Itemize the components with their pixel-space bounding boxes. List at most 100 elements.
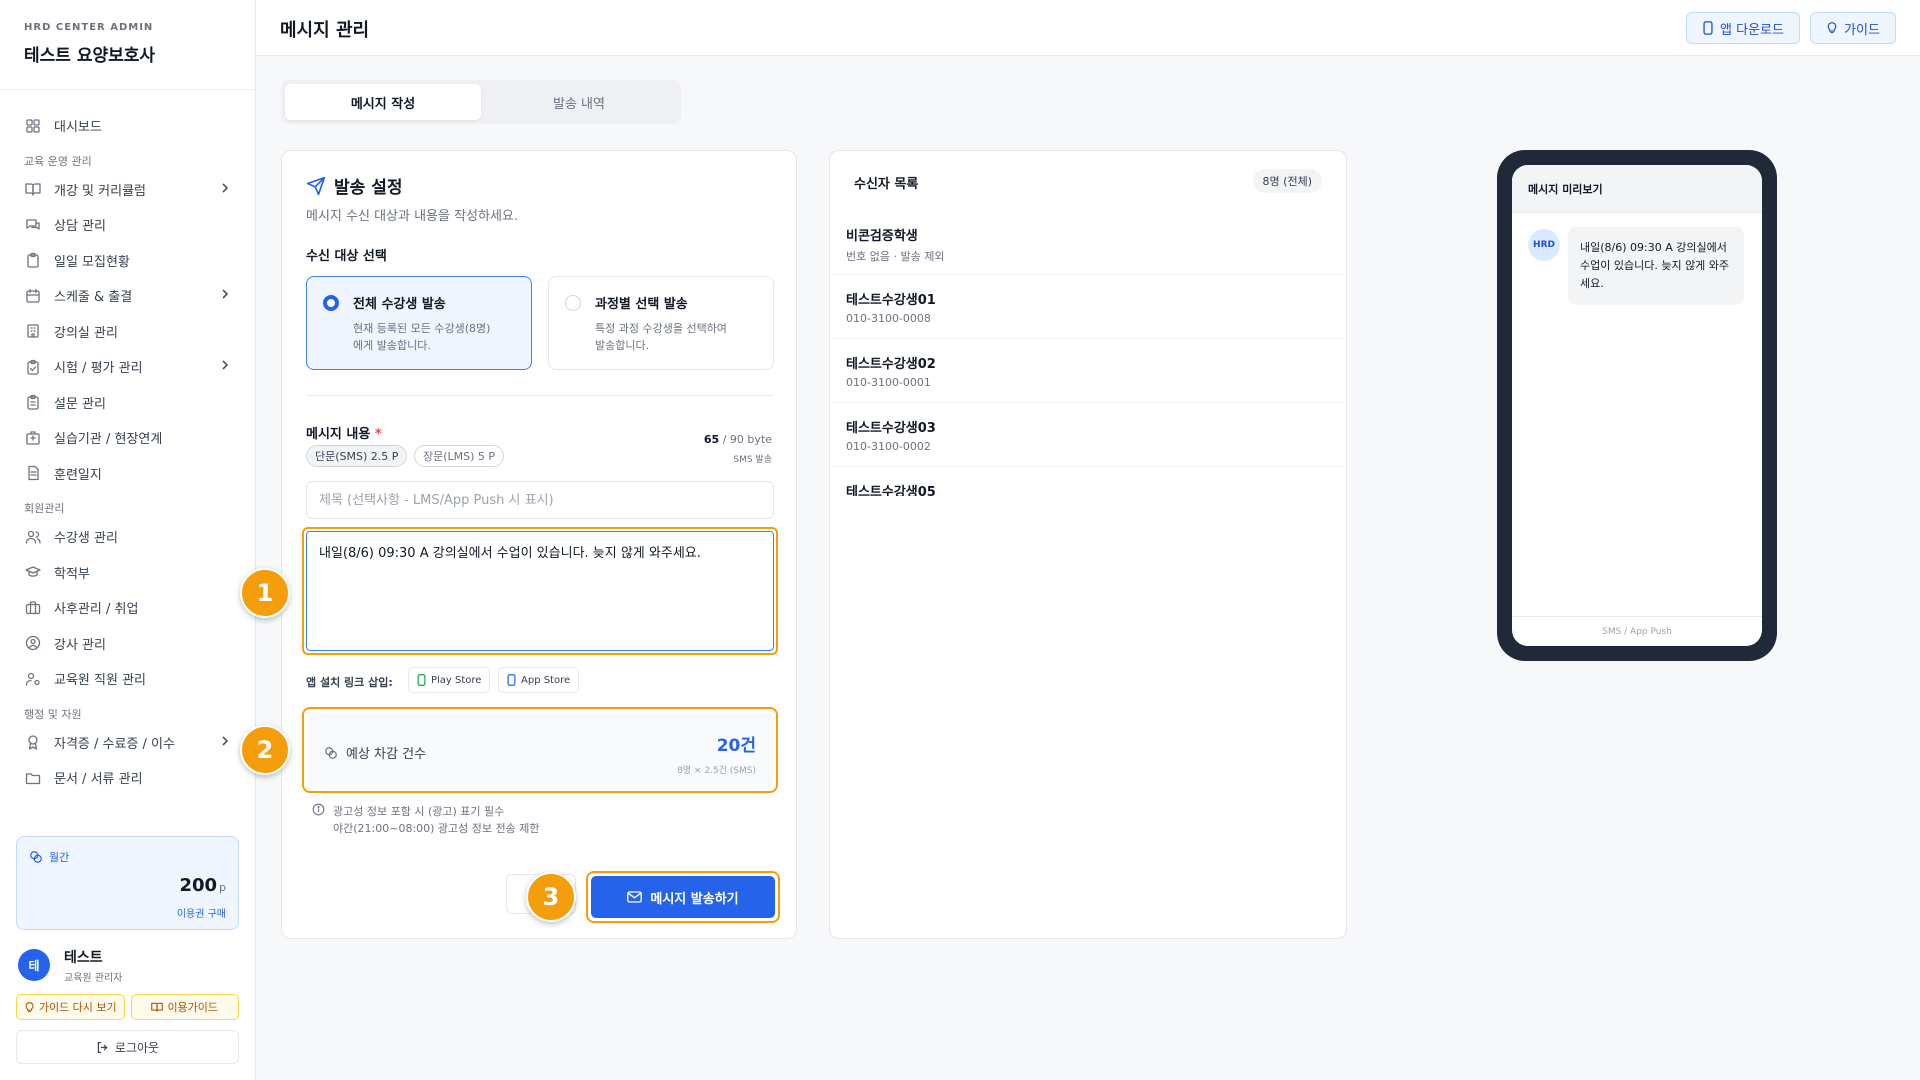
recipient-name: 비콘검증학생 <box>846 229 918 244</box>
recipient-name: 테스트수강생03 <box>846 421 936 436</box>
sidebar-item[interactable]: 설문 관리 <box>0 385 255 421</box>
sidebar-item[interactable]: 교육원 직원 관리 <box>0 661 255 697</box>
sidebar-item-label: 자격증 / 수료증 / 이수 <box>54 736 175 752</box>
app-store-link-button[interactable]: App Store <box>498 667 580 693</box>
recipients-card: 수신자 목록 8명 (전체) 비콘검증학생 번호 없음 · 발송 제외 테스트수강생… <box>829 150 1347 939</box>
sidebar-item[interactable]: 상담 관리 <box>0 207 255 243</box>
estimate-value: 20건 <box>716 736 756 756</box>
recipient-name: 테스트수강생01 <box>846 293 936 308</box>
sidebar-item[interactable]: 시험 / 평가 관리 <box>0 349 255 385</box>
send-settings-title: 발송 설정 <box>306 173 402 198</box>
phone-preview: 메시지 미리보기 HRD 내일(8/6) 09:30 A 강의실에서 수업이 있… <box>1497 150 1777 661</box>
coins-icon <box>30 851 42 863</box>
user-name: 테스트 <box>64 949 103 966</box>
user-role: 교육원 관리자 <box>64 972 123 984</box>
recipient-name: 테스트수강생02 <box>846 357 936 372</box>
chevron-right-icon <box>221 288 229 303</box>
clipboard-list-icon <box>24 393 42 411</box>
clipboard-icon <box>24 251 42 269</box>
sidebar-item[interactable]: 강의실 관리 <box>0 314 255 350</box>
chip-sms[interactable]: 단문(SMS) 2.5 P <box>306 445 408 467</box>
sidebar-item[interactable]: 문서 / 서류 관리 <box>0 760 255 796</box>
byte-counter: 65 / 90 byte SMS 발송 <box>703 433 772 465</box>
sidebar-item-label: 대시보드 <box>54 120 102 136</box>
sidebar-item-label: 설문 관리 <box>54 396 106 412</box>
guide-again-button[interactable]: 가이드 다시 보기 <box>16 994 125 1020</box>
sidebar-item-label: 수강생 관리 <box>54 531 118 547</box>
sidebar-item-label: 사후관리 / 취업 <box>54 602 139 618</box>
brand-subtitle: HRD CENTER ADMIN <box>24 22 154 33</box>
hospital-icon <box>24 429 42 447</box>
app-download-button[interactable]: 앱 다운로드 <box>1686 12 1800 44</box>
nav-section-label: 교육 운영 관리 <box>24 154 92 168</box>
sidebar-item[interactable]: 강사 관리 <box>0 626 255 662</box>
sidebar-item[interactable]: 자격증 / 수료증 / 이수 <box>0 725 255 761</box>
recipient-item: 테스트수강생03 010-3100-0002 <box>830 403 1346 467</box>
send-message-button[interactable]: 메시지 발송하기 <box>591 876 775 918</box>
sidebar-item[interactable]: 스케줄 & 출결 <box>0 278 255 314</box>
sidebar-item-label: 교육원 직원 관리 <box>54 673 146 689</box>
option-all-students[interactable]: 전체 수강생 발송 현재 등록된 모든 수강생(8명) 에게 발송합니다. <box>306 276 532 370</box>
sidebar-item[interactable]: 사후관리 / 취업 <box>0 590 255 626</box>
buy-pass-link[interactable]: 이용권 구매 <box>177 905 226 920</box>
chip-lms[interactable]: 장문(LMS) 5 P <box>414 445 505 467</box>
sidebar-item[interactable]: 훈련일지 <box>0 456 255 492</box>
sidebar-item-label: 일일 모집현황 <box>54 254 130 270</box>
smartphone-icon <box>417 674 426 686</box>
subject-input[interactable] <box>306 481 774 519</box>
sidebar-item[interactable]: 수강생 관리 <box>0 519 255 555</box>
sidebar-item[interactable]: 대시보드 <box>0 108 255 144</box>
step-badge-3: 3 <box>526 872 576 922</box>
recipients-list[interactable]: 비콘검증학생 번호 없음 · 발송 제외 테스트수강생01 010-3100-0008… <box>830 211 1346 496</box>
lightbulb-icon <box>1827 22 1837 34</box>
chat-icon <box>24 216 42 234</box>
tab-history[interactable]: 발송 내역 <box>481 84 677 120</box>
sidebar-item[interactable]: 학적부 <box>0 555 255 591</box>
step-badge-2: 2 <box>240 725 290 775</box>
points-card[interactable]: 월간 200 p 이용권 구매 <box>16 836 239 930</box>
message-body-input[interactable]: 내일(8/6) 09:30 A 강의실에서 수업이 있습니다. 늦지 않게 와주… <box>306 531 774 651</box>
option-title: 과정별 선택 발송 <box>595 297 688 312</box>
recipient-item: 테스트수강생02 010-3100-0001 <box>830 339 1346 403</box>
points-period: 월간 <box>49 851 70 864</box>
preview-title: 메시지 미리보기 <box>1512 165 1762 213</box>
mail-icon <box>627 891 643 903</box>
option-by-course[interactable]: 과정별 선택 발송 특정 과정 수강생을 선택하여 발송합니다. <box>548 276 774 370</box>
coins-icon <box>325 746 337 759</box>
grid-icon <box>24 117 42 135</box>
sidebar-item-label: 시험 / 평가 관리 <box>54 361 143 377</box>
clipboard-check-icon <box>24 358 42 376</box>
sidebar-item[interactable]: 개강 및 커리큘럼 <box>0 172 255 208</box>
estimate-box: 예상 차감 건수 20건 8명 × 2.5건 (SMS) <box>308 713 772 787</box>
usage-guide-button[interactable]: 이용가이드 <box>130 994 239 1020</box>
book-open-icon <box>151 1002 164 1012</box>
tab-compose[interactable]: 메시지 작성 <box>285 84 481 120</box>
preview-footer: SMS / App Push <box>1512 616 1762 646</box>
user-cog-icon <box>24 670 42 688</box>
guide-button[interactable]: 가이드 <box>1810 12 1896 44</box>
points-label: 월간 <box>29 849 226 865</box>
sidebar: HRD CENTER ADMIN 테스트 요양보호사 대시보드교육 운영 관리개… <box>0 0 256 1080</box>
smartphone-icon <box>507 674 516 686</box>
radio-all-students[interactable] <box>323 295 339 311</box>
ad-notice: 광고성 정보 포함 시 (광고) 표기 필수 야간(21:00~08:00) 광… <box>312 803 540 837</box>
sidebar-item-label: 스케줄 & 출결 <box>54 290 133 306</box>
notice-ad-label: 광고성 정보 포함 시 (광고) 표기 필수 <box>333 805 505 818</box>
recipient-phone: 010-3100-0001 <box>846 376 931 389</box>
page-title: 메시지 관리 <box>280 20 370 41</box>
sidebar-item-label: 훈련일지 <box>54 467 102 483</box>
logout-button[interactable]: 로그아웃 <box>16 1030 239 1064</box>
sidebar-item[interactable]: 실습기관 / 현장연계 <box>0 420 255 456</box>
option-description: 특정 과정 수강생을 선택하여 발송합니다. <box>595 322 727 352</box>
book-icon <box>24 180 42 198</box>
sidebar-item[interactable]: 일일 모집현황 <box>0 243 255 279</box>
recipient-item: 테스트수강생01 010-3100-0008 <box>830 275 1346 339</box>
points-value: 200 p <box>179 875 226 896</box>
lightbulb-icon <box>25 1001 34 1012</box>
radio-by-course[interactable] <box>565 295 581 311</box>
nav-section-label: 행정 및 자원 <box>24 707 82 721</box>
play-store-link-button[interactable]: Play Store <box>408 667 491 693</box>
content-label: 메시지 내용 * <box>306 427 382 442</box>
brand: HRD CENTER ADMIN 테스트 요양보호사 <box>0 0 255 90</box>
required-mark: * <box>374 427 382 442</box>
